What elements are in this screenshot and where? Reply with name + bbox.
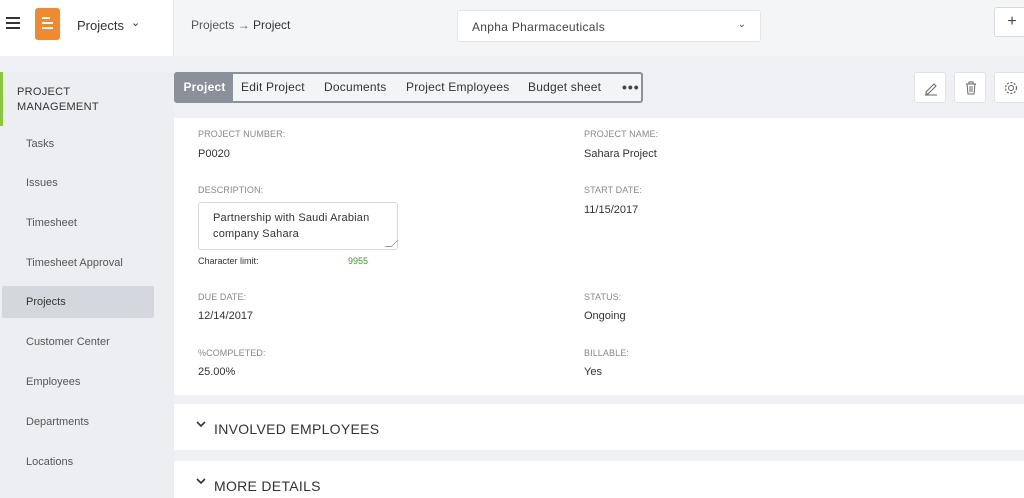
due-date-value: 12/14/2017 <box>198 310 254 322</box>
completed-value: 25.00% <box>198 366 236 378</box>
sidebar-item-customer-center[interactable]: Customer Center <box>2 326 154 358</box>
sidebar-item-locations[interactable]: Locations <box>2 446 154 478</box>
edit-button[interactable] <box>914 72 946 103</box>
breadcrumb-arrow-icon: → <box>237 18 250 32</box>
trash-icon <box>966 81 976 95</box>
chevron-down-icon <box>196 478 206 485</box>
breadcrumb: Projects → Project <box>191 18 290 32</box>
add-button[interactable]: + <box>994 7 1024 37</box>
sidebar: PROJECT MANAGEMENT Tasks Issues Timeshee… <box>0 72 174 498</box>
breadcrumb-current: Project <box>253 18 291 32</box>
tab-bar: Project Edit Project Documents Project E… <box>174 72 643 103</box>
sidebar-item-timesheet-approval[interactable]: Timesheet Approval <box>2 247 154 279</box>
project-number-value: P0020 <box>198 148 230 160</box>
billable-label: BILLABLE: <box>584 348 629 358</box>
tab-project[interactable]: Project <box>176 74 233 101</box>
project-details-card: PROJECT NUMBER: P0020 PROJECT NAME: Saha… <box>174 118 1024 395</box>
company-select[interactable]: Anpha Pharmaceuticals ⌄ <box>457 10 761 42</box>
character-limit-value: 9955 <box>348 256 369 266</box>
project-name-label: PROJECT NAME: <box>584 129 659 139</box>
character-limit-label: Character limit: <box>198 256 259 266</box>
due-date-label: DUE DATE: <box>198 292 247 302</box>
tab-project-employees[interactable]: Project Employees <box>406 74 509 101</box>
sidebar-section-title: PROJECT MANAGEMENT <box>17 86 99 113</box>
description-label: DESCRIPTION: <box>198 185 264 195</box>
app-switcher-label[interactable]: Projects <box>77 18 124 33</box>
more-tabs-icon[interactable]: ••• <box>622 79 640 95</box>
project-number-label: PROJECT NUMBER: <box>198 129 286 139</box>
description-textarea[interactable]: Partnership with Saudi Arabian company S… <box>198 202 399 250</box>
more-details-title: MORE DETAILS <box>214 478 321 494</box>
gear-icon <box>1004 81 1018 95</box>
tab-budget-sheet[interactable]: Budget sheet <box>528 74 601 101</box>
top-bar: Projects ⌄ Projects → Project Anpha Phar… <box>0 0 1024 56</box>
delete-button[interactable] <box>954 72 986 103</box>
sidebar-item-tasks[interactable]: Tasks <box>2 128 154 160</box>
tab-edit-project[interactable]: Edit Project <box>241 74 305 101</box>
project-name-value: Sahara Project <box>584 148 657 160</box>
chevron-down-icon <box>196 421 206 428</box>
start-date-label: START DATE: <box>584 185 642 195</box>
hamburger-menu-icon[interactable] <box>6 17 20 31</box>
sidebar-item-departments[interactable]: Departments <box>2 406 154 438</box>
involved-employees-title: INVOLVED EMPLOYEES <box>214 421 380 437</box>
company-select-value: Anpha Pharmaceuticals <box>472 20 606 34</box>
sidebar-item-projects[interactable]: Projects <box>2 286 154 318</box>
chevron-down-icon: ⌄ <box>737 19 746 30</box>
sidebar-item-issues[interactable]: Issues <box>2 167 154 199</box>
billable-value: Yes <box>584 366 602 378</box>
settings-button[interactable] <box>994 72 1024 103</box>
chevron-down-icon[interactable]: ⌄ <box>131 16 140 29</box>
start-date-value: 11/15/2017 <box>584 204 639 216</box>
completed-label: %COMPLETED: <box>198 348 266 358</box>
breadcrumb-parent[interactable]: Projects <box>191 18 234 32</box>
sidebar-item-timesheet[interactable]: Timesheet <box>2 207 154 239</box>
description-text: Partnership with Saudi Arabian company S… <box>213 212 370 240</box>
pencil-icon <box>925 83 937 96</box>
sidebar-item-employees[interactable]: Employees <box>2 366 154 398</box>
status-value: Ongoing <box>584 310 626 322</box>
app-header: Projects ⌄ <box>0 0 174 56</box>
resize-handle-icon[interactable] <box>384 240 399 247</box>
involved-employees-section[interactable]: INVOLVED EMPLOYEES <box>174 404 1024 450</box>
status-label: STATUS: <box>584 292 622 302</box>
tab-documents[interactable]: Documents <box>324 74 387 101</box>
sidebar-section-header: PROJECT MANAGEMENT <box>0 72 174 126</box>
app-logo <box>35 8 60 40</box>
more-details-section[interactable]: MORE DETAILS <box>174 461 1024 498</box>
